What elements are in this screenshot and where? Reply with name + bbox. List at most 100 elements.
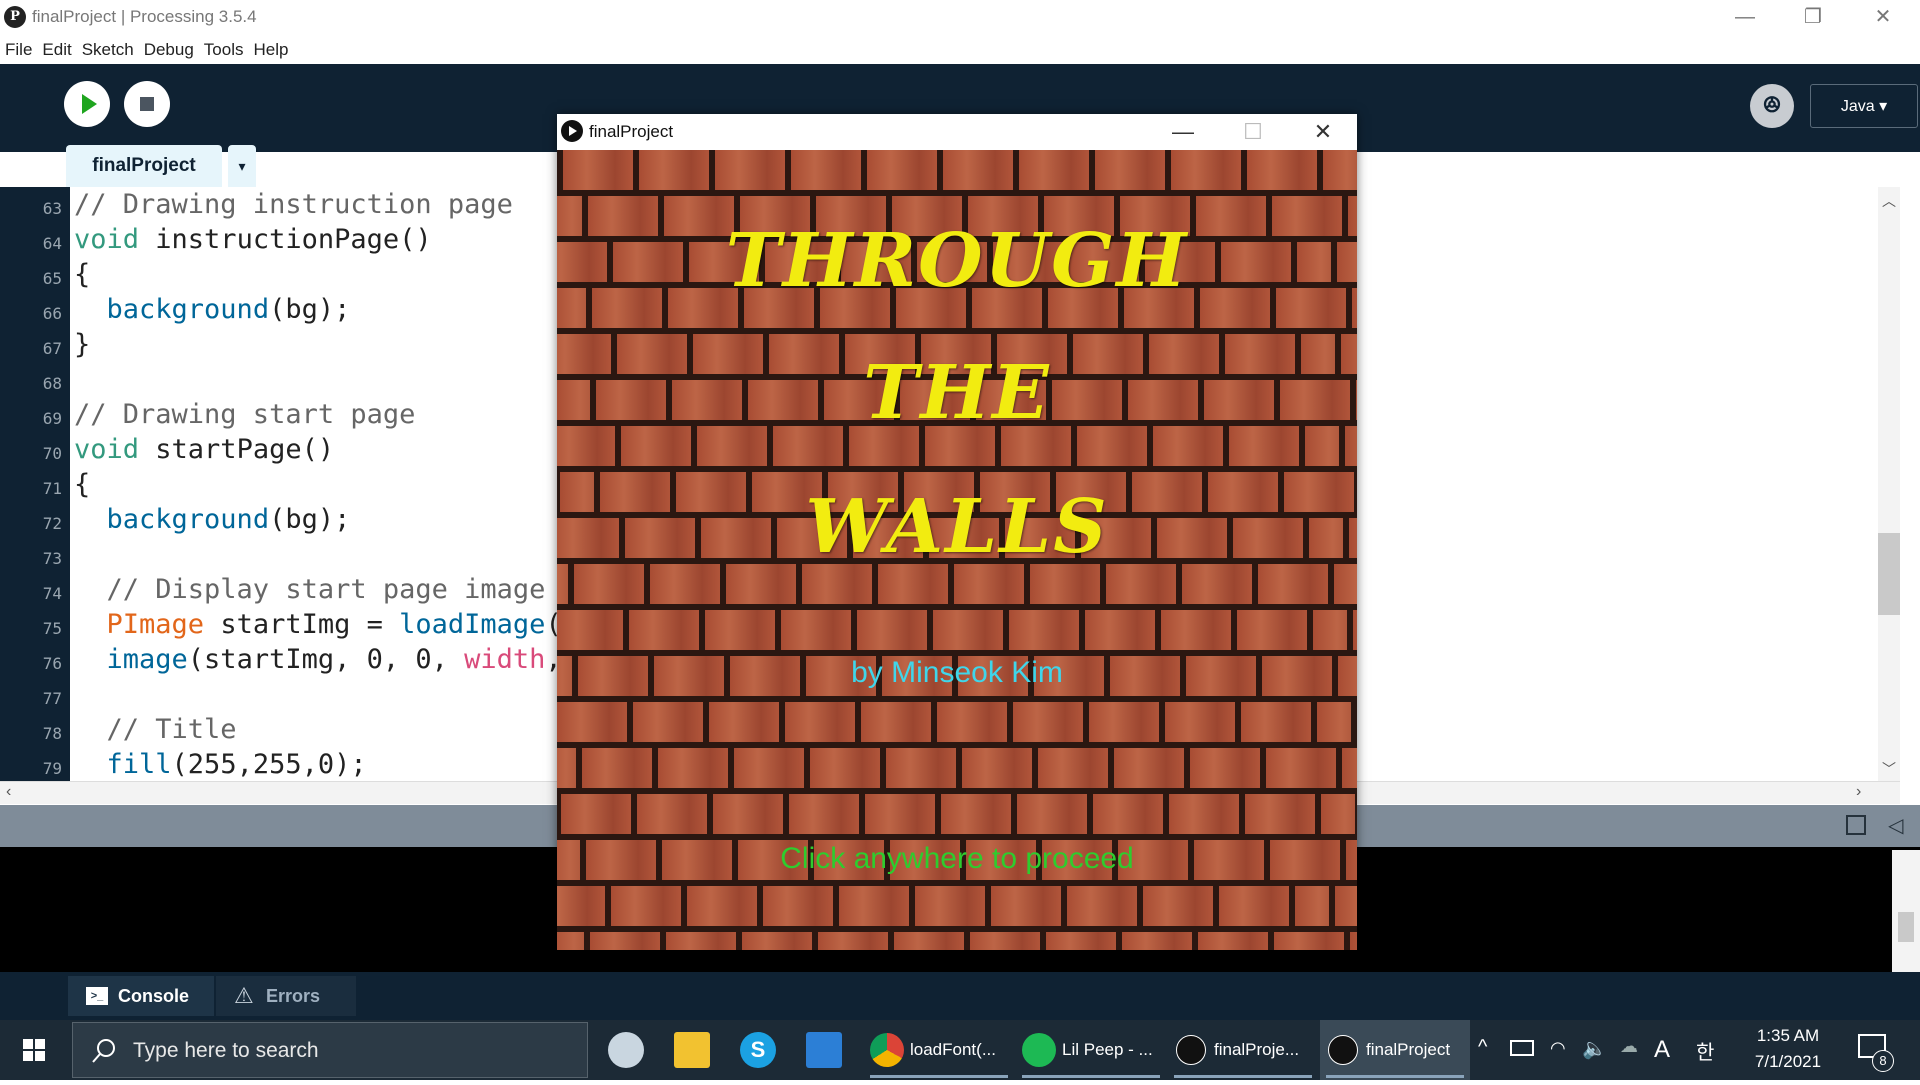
volume-icon[interactable]: 🔈 [1582, 1036, 1607, 1061]
stop-button[interactable] [124, 81, 170, 127]
sketch-maximize-button[interactable]: ☐ [1219, 114, 1287, 150]
brick-row [557, 150, 1357, 196]
mode-selector[interactable]: Java ▾ [1810, 84, 1918, 128]
code-line[interactable]: background(bg); [74, 294, 351, 325]
code-line[interactable]: // Display start page image [74, 574, 546, 605]
line-number: 64 [42, 234, 62, 253]
running-indicator [1326, 1075, 1464, 1078]
collapse-console-icon[interactable]: ◁ [1888, 813, 1903, 838]
scroll-left-icon[interactable]: ‹ [6, 783, 11, 801]
scroll-up-icon[interactable]: ︿ [1882, 191, 1896, 211]
console-scrollbar[interactable] [1892, 850, 1920, 972]
console-icon: >_ [86, 987, 108, 1005]
code-line[interactable]: { [74, 259, 90, 290]
search-icon [92, 1039, 115, 1063]
code-line[interactable]: image(startImg, 0, 0, width, [74, 644, 562, 675]
sketch-minimize-button[interactable]: — [1149, 114, 1217, 150]
taskbar-chrome[interactable]: loadFont(... [864, 1020, 1014, 1080]
windows-logo-icon [23, 1039, 45, 1061]
debugger-button[interactable]: ꔮ [1750, 84, 1794, 128]
taskbar-search-box[interactable]: Type here to search [72, 1022, 588, 1078]
scroll-right-icon[interactable]: › [1856, 783, 1861, 801]
line-number: 63 [42, 199, 62, 218]
line-number: 74 [42, 584, 62, 603]
window-title: finalProject | Processing 3.5.4 [32, 7, 257, 26]
brick-row [557, 610, 1357, 656]
code-line[interactable]: void startPage() [74, 434, 334, 465]
sketch-close-button[interactable]: ✕ [1289, 114, 1357, 150]
run-button[interactable] [64, 81, 110, 127]
battery-icon[interactable] [1510, 1040, 1534, 1056]
skype-icon[interactable]: S [740, 1032, 776, 1068]
sketch-app-icon [1328, 1035, 1358, 1065]
running-indicator [1022, 1075, 1160, 1078]
sketch-window-title: finalProject [589, 122, 674, 141]
code-line[interactable]: // Drawing instruction page [74, 189, 513, 220]
menu-debug[interactable]: Debug [139, 36, 199, 60]
line-number: 79 [42, 759, 62, 778]
code-line[interactable]: // Title [74, 714, 237, 745]
editor-scroll-thumb[interactable] [1878, 533, 1900, 615]
wifi-icon[interactable]: ◠ [1550, 1038, 1566, 1059]
clock-time[interactable]: 1:35 AM [1734, 1026, 1842, 1046]
line-number: 78 [42, 724, 62, 743]
tab-menu-button[interactable]: ▾ [228, 145, 256, 187]
console-scroll-thumb[interactable] [1898, 912, 1914, 942]
input-language-icon[interactable]: A [1654, 1036, 1670, 1064]
line-number: 72 [42, 514, 62, 533]
running-indicator [1174, 1075, 1312, 1078]
copy-console-icon[interactable] [1846, 815, 1866, 835]
console-tab-bar: >_ Console ⚠ Errors [0, 972, 1920, 1020]
menu-tools[interactable]: Tools [199, 36, 249, 60]
code-line[interactable]: } [74, 329, 90, 360]
code-line[interactable]: { [74, 469, 90, 500]
brick-row [557, 564, 1357, 610]
snipping-tool-icon[interactable] [608, 1032, 644, 1068]
editor-vertical-scrollbar[interactable]: ︿ ﹀ [1878, 187, 1900, 781]
taskbar-spotify[interactable]: Lil Peep - ... [1016, 1020, 1166, 1080]
brick-row [557, 932, 1357, 950]
cloud-icon[interactable]: ☁ [1620, 1036, 1638, 1057]
tab-console[interactable]: >_ Console [68, 976, 214, 1016]
maximize-button[interactable]: ❐ [1778, 0, 1848, 34]
spotify-icon [1022, 1033, 1056, 1067]
scroll-down-icon[interactable]: ﹀ [1882, 759, 1896, 779]
clock-date[interactable]: 7/1/2021 [1734, 1052, 1842, 1072]
line-number: 68 [42, 374, 62, 393]
code-line[interactable]: // Drawing start page [74, 399, 415, 430]
close-button[interactable]: ✕ [1848, 0, 1918, 34]
tab-errors[interactable]: ⚠ Errors [216, 976, 356, 1016]
code-line[interactable]: PImage startImg = loadImage( [74, 609, 562, 640]
menu-help[interactable]: Help [248, 36, 293, 60]
sketch-play-icon [561, 120, 583, 142]
line-number: 77 [42, 689, 62, 708]
show-hidden-icons-icon[interactable]: ^ [1478, 1036, 1487, 1059]
spotify-label: Lil Peep - ... [1062, 1040, 1153, 1059]
menu-edit[interactable]: Edit [37, 36, 76, 60]
menu-file[interactable]: File [0, 36, 37, 60]
author-byline: by Minseok Kim [851, 656, 1063, 689]
start-button[interactable] [0, 1020, 70, 1080]
line-number: 69 [42, 409, 62, 428]
line-number: 71 [42, 479, 62, 498]
taskbar-sketch[interactable]: finalProject [1320, 1020, 1470, 1080]
code-line[interactable]: fill(255,255,0); [74, 749, 367, 780]
line-number: 73 [42, 549, 62, 568]
mail-icon[interactable] [806, 1032, 842, 1068]
line-number: 67 [42, 339, 62, 358]
menu-sketch[interactable]: Sketch [77, 36, 139, 60]
minimize-button[interactable]: — [1710, 0, 1780, 34]
code-line[interactable]: background(bg); [74, 504, 351, 535]
line-number-gutter: 63 64 65 66 67 68 69 70 71 72 73 74 75 76 77 78 79 [0, 187, 70, 781]
file-explorer-icon[interactable] [674, 1032, 710, 1068]
console-tab-label: Console [118, 986, 190, 1006]
sketch-window[interactable]: finalProject — ☐ ✕ THROUGH THE WALLS by … [557, 114, 1357, 950]
ime-mode-icon[interactable]: 한 [1696, 1036, 1714, 1065]
tab-finalproject[interactable]: finalProject [66, 145, 222, 187]
sketch-canvas[interactable]: THROUGH THE WALLS by Minseok Kim Click a… [557, 150, 1357, 950]
notification-count-badge: 8 [1872, 1050, 1894, 1072]
sketch-title-bar: finalProject — ☐ ✕ [557, 114, 1357, 150]
code-line[interactable]: void instructionPage() [74, 224, 432, 255]
game-title-line-3: WALLS [805, 484, 1109, 570]
taskbar-processing[interactable]: finalProje... [1168, 1020, 1318, 1080]
